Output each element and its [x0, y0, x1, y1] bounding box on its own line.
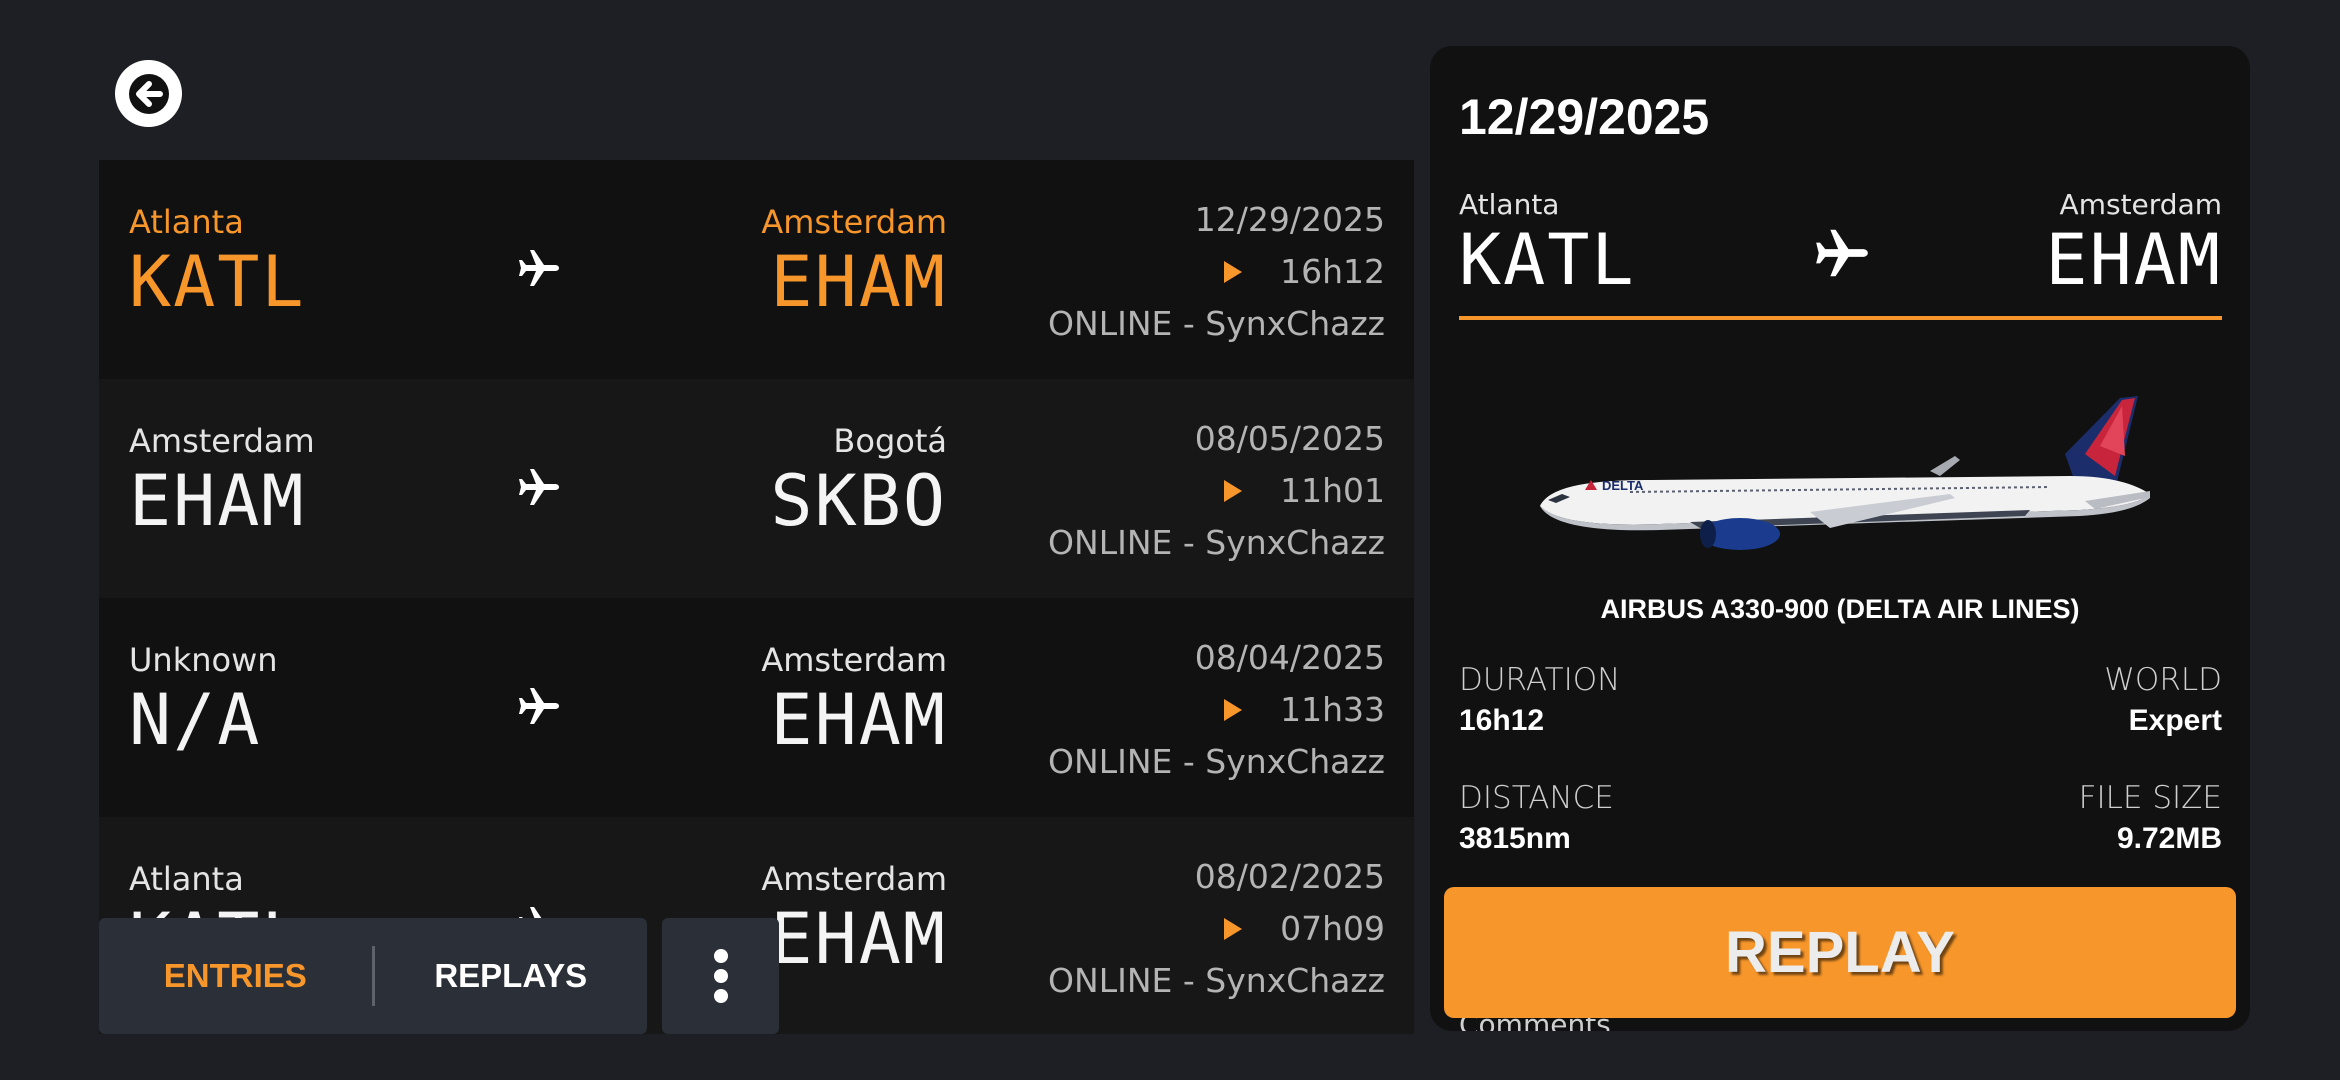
flight-date: 08/05/2025	[1194, 419, 1385, 458]
flight-date: 08/02/2025	[1194, 857, 1385, 896]
arrival-city: Amsterdam	[761, 641, 947, 679]
back-button[interactable]	[115, 60, 182, 127]
world-stat: WORLD Expert	[2104, 662, 2222, 738]
arrival: Amsterdam EHAM	[761, 859, 947, 979]
filesize-value: 9.72MB	[2116, 822, 2222, 855]
more-options-button[interactable]	[662, 918, 779, 1034]
flight-meta: 12/29/2025 16h12 ONLINE - SynxChazz	[1048, 194, 1385, 350]
flight-session: ONLINE - SynxChazz	[1048, 742, 1385, 781]
detail-departure: Atlanta KATL	[1459, 188, 1636, 298]
flight-meta: 08/05/2025 11h01 ONLINE - SynxChazz	[1048, 413, 1385, 569]
flight-duration: 11h01	[1280, 471, 1385, 510]
arrival-city: Amsterdam	[761, 860, 947, 898]
detail-arrival-city: Amsterdam	[2059, 188, 2222, 221]
duration-value: 16h12	[1459, 704, 1545, 737]
departure-code: EHAM	[129, 460, 306, 542]
arrival-city: Amsterdam	[761, 203, 947, 241]
world-label: WORLD	[2104, 662, 2222, 698]
detail-date: 12/29/2025	[1459, 89, 1710, 145]
filesize-stat: FILE SIZE 9.72MB	[2079, 780, 2222, 856]
tab-bar: ENTRIES REPLAYS	[99, 918, 647, 1034]
flight-duration: 11h33	[1280, 690, 1385, 729]
arrival-city: Bogotá	[833, 422, 947, 460]
play-triangle-icon	[1224, 699, 1243, 721]
detail-arrival-code: EHAM	[2045, 219, 2222, 301]
airplane-icon	[1816, 229, 1868, 277]
vertical-dots-icon	[713, 989, 728, 1003]
arrival: Bogotá SKBO	[770, 421, 947, 541]
aircraft-name: AIRBUS A330-900 (DELTA AIR LINES)	[1600, 594, 2080, 624]
flight-date: 08/04/2025	[1194, 638, 1385, 677]
departure-code: N/A	[129, 679, 262, 761]
flight-duration: 07h09	[1280, 909, 1385, 948]
tab-replays[interactable]: REPLAYS	[375, 957, 648, 995]
flight-session: ONLINE - SynxChazz	[1048, 961, 1385, 1000]
flight-row[interactable]: Unknown N/A Amsterdam EHAM 08/04/2025 11…	[99, 598, 1414, 817]
vertical-dots-icon	[713, 949, 728, 963]
distance-stat: DISTANCE 3815nm	[1459, 780, 1614, 856]
airplane-icon	[519, 469, 559, 505]
arrival-code: EHAM	[770, 898, 947, 980]
departure-city: Atlanta	[129, 203, 244, 241]
duration-stat: DURATION 16h12	[1459, 662, 1620, 738]
arrival: Amsterdam EHAM	[761, 640, 947, 760]
flight-session: ONLINE - SynxChazz	[1048, 523, 1385, 562]
tab-entries[interactable]: ENTRIES	[99, 957, 372, 995]
distance-value: 3815nm	[1459, 822, 1571, 855]
departure: Unknown N/A	[129, 640, 278, 760]
flight-meta: 08/02/2025 07h09 ONLINE - SynxChazz	[1048, 851, 1385, 1007]
departure-city: Unknown	[129, 641, 278, 679]
arrival: Amsterdam EHAM	[761, 202, 947, 322]
flight-session: ONLINE - SynxChazz	[1048, 304, 1385, 343]
play-triangle-icon	[1224, 918, 1243, 940]
vertical-dots-icon	[713, 969, 728, 983]
arrival-code: EHAM	[770, 241, 947, 323]
play-triangle-icon	[1224, 480, 1243, 502]
detail-departure-city: Atlanta	[1459, 188, 1560, 221]
arrow-left-icon	[128, 73, 169, 114]
flight-duration: 16h12	[1280, 252, 1385, 291]
detail-arrival: Amsterdam EHAM	[2045, 188, 2222, 298]
airline-logo-text: DELTA	[1602, 478, 1644, 493]
flight-detail-panel: 12/29/2025 Atlanta KATL Amsterdam EHAM D…	[1430, 46, 2250, 1031]
world-value: Expert	[2128, 704, 2222, 737]
play-triangle-icon	[1224, 261, 1243, 283]
departure-code: KATL	[129, 241, 306, 323]
replay-button[interactable]: REPLAY	[1444, 887, 2236, 1018]
airplane-icon	[519, 688, 559, 724]
flight-meta: 08/04/2025 11h33 ONLINE - SynxChazz	[1048, 632, 1385, 788]
departure-city: Amsterdam	[129, 422, 315, 460]
departure-city: Atlanta	[129, 860, 244, 898]
flight-row[interactable]: Atlanta KATL Amsterdam EHAM 12/29/2025 1…	[99, 160, 1414, 379]
accent-divider	[1459, 316, 2222, 320]
aircraft-image: DELTA	[1540, 396, 2150, 550]
flight-date: 12/29/2025	[1194, 200, 1385, 239]
flight-row[interactable]: Amsterdam EHAM Bogotá SKBO 08/05/2025 11…	[99, 379, 1414, 598]
filesize-label: FILE SIZE	[2078, 780, 2222, 816]
flight-list[interactable]: Atlanta KATL Amsterdam EHAM 12/29/2025 1…	[99, 160, 1414, 1034]
distance-label: DISTANCE	[1459, 780, 1614, 816]
arrival-code: EHAM	[770, 679, 947, 761]
departure: Amsterdam EHAM	[129, 421, 315, 541]
departure: Atlanta KATL	[129, 202, 306, 322]
duration-label: DURATION	[1459, 662, 1621, 698]
arrival-code: SKBO	[770, 460, 947, 542]
detail-departure-code: KATL	[1459, 219, 1636, 301]
airplane-icon	[519, 250, 559, 286]
